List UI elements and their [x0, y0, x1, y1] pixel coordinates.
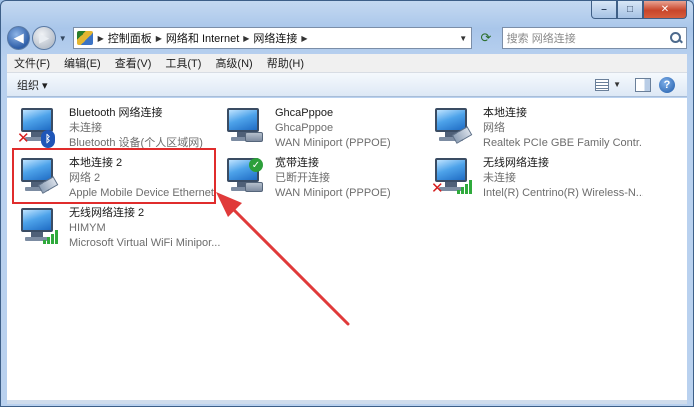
connection-local[interactable]: 本地连接 网络 Realtek PCIe GBE Family Contr...: [431, 106, 643, 152]
chevron-down-icon: ▼: [613, 80, 621, 89]
maximize-button[interactable]: □: [617, 1, 643, 19]
search-placeholder: 搜索 网络连接: [506, 33, 576, 45]
control-panel-icon: [76, 31, 93, 45]
menu-bar: 文件(F) 编辑(E) 查看(V) 工具(T) 高级(N) 帮助(H): [7, 54, 687, 73]
network-adapter-icon: [223, 108, 265, 148]
refresh-icon: ⟳: [480, 30, 492, 45]
modem-icon: [245, 132, 263, 142]
search-input[interactable]: 搜索 网络连接: [501, 27, 687, 49]
navigation-row: ◀ ▶ ▼ ▶ 控制面板 ▶ 网络和 Internet ▶ 网络连接 ▶ ▼ ⟳…: [7, 25, 687, 51]
connection-status: 未连接: [69, 122, 102, 134]
change-view-button[interactable]: ▼ ?: [595, 76, 683, 93]
connection-device: Microsoft Virtual WiFi Minipor...: [69, 237, 221, 249]
chevron-right-icon[interactable]: ▶: [300, 34, 308, 43]
close-button[interactable]: ✕: [643, 1, 687, 19]
menu-tools[interactable]: 工具(T): [158, 55, 208, 71]
recent-pages-button[interactable]: ▼: [57, 34, 69, 43]
connections-list: ✕ ᛒ Bluetooth 网络连接 未连接 Bluetooth 设备(个人区域…: [7, 98, 687, 400]
organize-button[interactable]: 组织 ▾: [7, 77, 58, 93]
connection-name: 宽带连接: [275, 157, 319, 169]
command-bar: 组织 ▾ ▼ ?: [7, 73, 687, 97]
forward-button[interactable]: ▶: [32, 26, 56, 50]
wifi-signal-icon: [457, 178, 473, 194]
connection-status: 未连接: [483, 172, 516, 184]
modem-icon: [245, 182, 263, 192]
menu-edit[interactable]: 编辑(E): [57, 55, 108, 71]
network-adapter-icon: [17, 208, 59, 248]
connection-device: Intel(R) Centrino(R) Wireless-N...: [483, 187, 643, 199]
disconnected-x-icon: ✕: [431, 180, 444, 197]
breadcrumb-control-panel[interactable]: 控制面板: [105, 30, 155, 46]
breadcrumb-network-internet[interactable]: 网络和 Internet: [163, 30, 242, 46]
bluetooth-icon: ᛒ: [41, 130, 55, 148]
menu-file[interactable]: 文件(F): [7, 55, 57, 71]
connection-status: 网络: [483, 122, 505, 134]
caption-buttons: – □ ✕: [591, 1, 687, 19]
connection-device: WAN Miniport (PPPOE): [275, 187, 391, 199]
chevron-right-icon[interactable]: ▶: [97, 34, 105, 43]
network-adapter-icon: ✓: [223, 158, 265, 198]
connection-broadband[interactable]: ✓ 宽带连接 已断开连接 WAN Miniport (PPPOE): [223, 156, 423, 202]
connection-wireless[interactable]: ✕ 无线网络连接 未连接 Intel(R) Centrino(R) Wirele…: [431, 156, 643, 202]
menu-help[interactable]: 帮助(H): [260, 55, 311, 71]
connection-name: Bluetooth 网络连接: [69, 107, 163, 119]
refresh-button[interactable]: ⟳: [474, 27, 497, 49]
address-bar[interactable]: ▶ 控制面板 ▶ 网络和 Internet ▶ 网络连接 ▶ ▼: [72, 27, 473, 49]
connection-name: 无线网络连接 2: [69, 207, 145, 219]
network-adapter-icon: ✕ ᛒ: [17, 108, 59, 148]
highlight-box: [12, 148, 216, 204]
network-adapter-icon: [431, 108, 473, 148]
network-adapter-icon: ✕: [431, 158, 473, 198]
wifi-signal-icon: [43, 228, 59, 244]
connection-status: 已断开连接: [275, 172, 330, 184]
check-icon: ✓: [249, 158, 263, 172]
menu-view[interactable]: 查看(V): [108, 55, 159, 71]
help-icon[interactable]: ?: [659, 76, 675, 93]
views-icon: [595, 78, 610, 91]
connection-device: Realtek PCIe GBE Family Contr...: [483, 137, 643, 149]
connection-name: GhcaPppoe: [275, 107, 334, 119]
back-button[interactable]: ◀: [7, 26, 31, 50]
connection-wireless-2[interactable]: 无线网络连接 2 HIMYM Microsoft Virtual WiFi Mi…: [17, 206, 220, 252]
connection-ghcapppoe[interactable]: GhcaPppoe GhcaPppoe WAN Miniport (PPPOE): [223, 106, 423, 152]
menu-advanced[interactable]: 高级(N): [208, 55, 259, 71]
disconnected-x-icon: ✕: [17, 130, 30, 147]
chevron-down-icon: ▼: [58, 33, 67, 43]
connection-status: GhcaPppoe: [275, 122, 334, 134]
preview-pane-icon[interactable]: [635, 77, 651, 92]
breadcrumb-network-connections[interactable]: 网络连接: [250, 30, 300, 46]
connection-name: 无线网络连接: [483, 157, 549, 169]
arrow-left-icon: ◀: [13, 30, 24, 45]
connection-name: 本地连接: [483, 107, 527, 119]
minimize-button[interactable]: –: [591, 1, 617, 19]
chevron-right-icon[interactable]: ▶: [242, 34, 250, 43]
window-bottom-border: [7, 400, 687, 404]
connection-bluetooth[interactable]: ✕ ᛒ Bluetooth 网络连接 未连接 Bluetooth 设备(个人区域…: [17, 106, 217, 152]
connection-device: WAN Miniport (PPPOE): [275, 137, 391, 149]
connection-status: HIMYM: [69, 222, 106, 234]
chevron-right-icon[interactable]: ▶: [155, 34, 163, 43]
address-dropdown-button[interactable]: ▼: [455, 34, 471, 43]
arrow-right-icon: ▶: [39, 30, 50, 45]
search-icon: [669, 32, 682, 44]
